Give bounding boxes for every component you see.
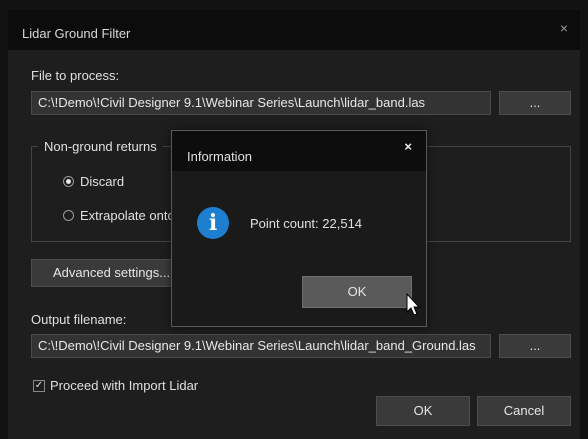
extrapolate-label[interactable]: Extrapolate onto [80,208,172,223]
information-title: Information [187,149,253,164]
browse-input-button[interactable]: ... [499,91,571,115]
dialog-title: Lidar Ground Filter [22,26,131,41]
output-filename-label: Output filename: [31,312,127,327]
point-count-message: Point count: 22,514 [250,216,363,231]
information-titlebar[interactable]: Information × [172,131,426,171]
mouse-cursor-icon [406,293,421,316]
output-filename-field[interactable]: C:\!Demo\!Civil Designer 9.1\Webinar Ser… [31,334,491,358]
ok-button[interactable]: OK [376,396,470,426]
advanced-settings-button[interactable]: Advanced settings... [31,259,181,287]
non-ground-returns-title: Non-ground returns [38,139,163,154]
file-to-process-label: File to process: [31,68,120,83]
browse-output-button[interactable]: ... [499,334,571,358]
info-icon: i [197,207,229,239]
proceed-label[interactable]: Proceed with Import Lidar [50,378,198,393]
dialog-titlebar[interactable]: Lidar Ground Filter × [8,10,580,50]
discard-radio[interactable] [63,176,74,187]
discard-label[interactable]: Discard [80,174,124,189]
close-icon[interactable]: × [560,20,568,36]
information-dialog: Information × i Point count: 22,514 OK [171,130,427,327]
proceed-checkbox[interactable]: ✓ [33,380,45,392]
info-close-icon[interactable]: × [404,139,412,154]
cancel-button[interactable]: Cancel [477,396,571,426]
file-to-process-field[interactable]: C:\!Demo\!Civil Designer 9.1\Webinar Ser… [31,91,491,115]
info-ok-button[interactable]: OK [302,276,412,308]
extrapolate-radio[interactable] [63,210,74,221]
